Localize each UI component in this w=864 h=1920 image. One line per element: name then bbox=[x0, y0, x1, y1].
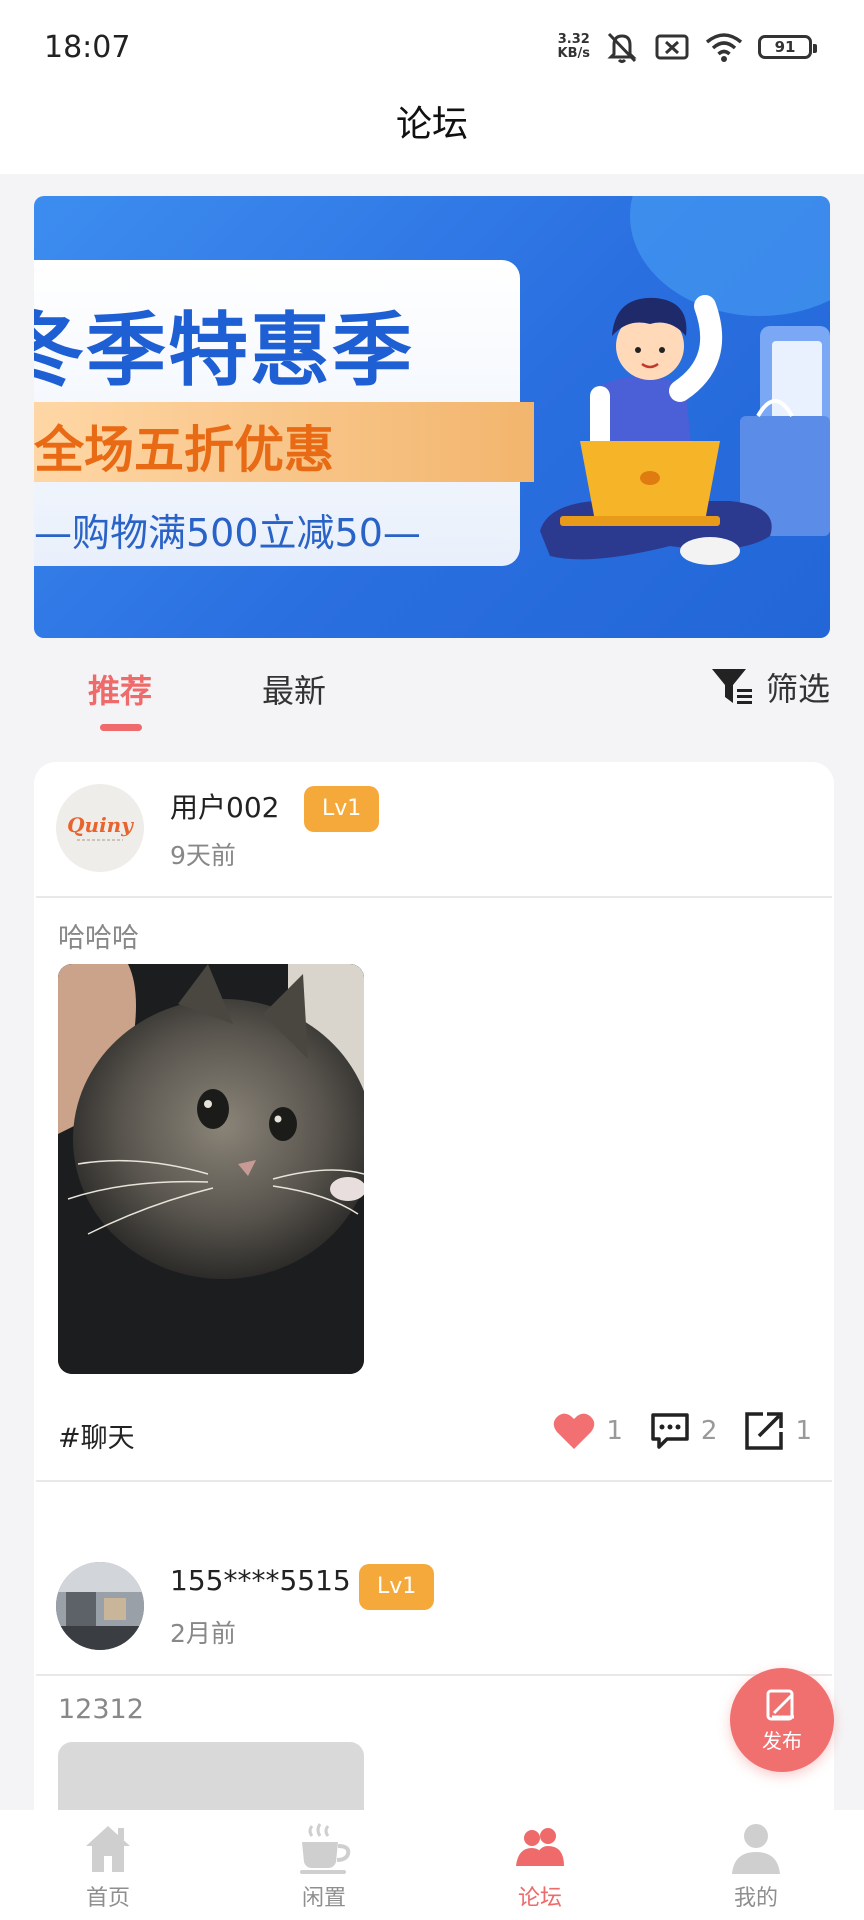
user-name[interactable]: 用户002 bbox=[170, 786, 279, 826]
share-button[interactable]: 1 bbox=[743, 1410, 812, 1452]
post-header: Quiny 用户002 Lv1 9天前 bbox=[34, 762, 834, 896]
post-text: 哈哈哈 bbox=[58, 923, 139, 954]
avatar[interactable] bbox=[56, 1562, 144, 1650]
net-speed-value: 3.32 bbox=[557, 32, 590, 47]
banner-title: 冬季特惠季 bbox=[34, 304, 414, 397]
publish-label: 发布 bbox=[762, 1728, 802, 1753]
nav-item-idle[interactable]: 闲置 bbox=[216, 1810, 432, 1920]
comment-count: 2 bbox=[700, 1416, 718, 1446]
nav-label: 首页 bbox=[85, 1886, 130, 1911]
nav-item-home[interactable]: 首页 bbox=[0, 1810, 216, 1920]
post-footer: #聊天 1 2 1 bbox=[34, 1374, 834, 1480]
nav-item-mine[interactable]: 我的 bbox=[648, 1810, 864, 1920]
edit-icon bbox=[766, 1689, 794, 1720]
banner-promo-line: —购物满500立减50— bbox=[34, 511, 421, 555]
post-time: 9天前 bbox=[170, 841, 236, 870]
filter-label: 筛选 bbox=[765, 670, 830, 708]
net-speed-unit: KB/s bbox=[557, 46, 590, 61]
title-bar: 论坛 bbox=[0, 100, 864, 174]
comment-button[interactable]: 2 bbox=[649, 1411, 718, 1451]
post-text: 12312 bbox=[58, 1694, 144, 1725]
wifi-icon bbox=[705, 33, 743, 62]
nav-label: 闲置 bbox=[301, 1886, 346, 1911]
nav-item-forum[interactable]: 论坛 bbox=[432, 1810, 648, 1920]
post-card[interactable]: Quiny 用户002 Lv1 9天前 哈哈哈 #聊天 1 2 1 bbox=[34, 762, 834, 1482]
filter-button[interactable]: 筛选 bbox=[710, 664, 830, 710]
share-icon bbox=[745, 1412, 784, 1450]
sim-error-icon bbox=[655, 34, 689, 60]
bottom-nav: 首页 闲置 论坛 我的 bbox=[0, 1810, 864, 1920]
avatar[interactable]: Quiny bbox=[56, 784, 144, 872]
share-count: 1 bbox=[795, 1416, 812, 1446]
room-photo bbox=[56, 1562, 144, 1650]
post-actions: 1 2 1 bbox=[552, 1410, 812, 1452]
feed-tabs: 推荐 最新 筛选 bbox=[0, 650, 864, 740]
heart-icon bbox=[554, 1413, 595, 1449]
post-feed: Quiny 用户002 Lv1 9天前 哈哈哈 #聊天 1 2 1 155***… bbox=[34, 762, 834, 1920]
svg-text:Quiny: Quiny bbox=[67, 813, 134, 837]
like-button[interactable]: 1 bbox=[552, 1411, 623, 1451]
forum-users-icon bbox=[516, 1828, 564, 1866]
net-speed: 3.32 KB/s bbox=[558, 33, 590, 61]
status-bar: 18:07 3.32 KB/s 91 bbox=[0, 0, 864, 100]
tab-recommended[interactable]: 推荐 bbox=[88, 666, 152, 712]
page-title: 论坛 bbox=[395, 104, 468, 145]
level-badge: Lv1 bbox=[359, 1564, 435, 1610]
nav-label: 我的 bbox=[733, 1886, 778, 1911]
comment-icon bbox=[651, 1413, 689, 1449]
home-icon bbox=[86, 1826, 130, 1872]
status-time: 18:07 bbox=[44, 30, 131, 65]
banner-subtitle: 全场五折优惠 bbox=[34, 421, 334, 479]
kitten-photo bbox=[58, 964, 364, 1374]
post-time: 2月前 bbox=[170, 1619, 236, 1648]
tab-active-indicator bbox=[100, 724, 142, 731]
post-spacer bbox=[34, 1482, 834, 1540]
post-image-kitten[interactable] bbox=[58, 964, 364, 1374]
promo-banner[interactable]: 冬季特惠季 全场五折优惠 —购物满500立减50— bbox=[34, 196, 830, 638]
like-count: 1 bbox=[606, 1416, 623, 1446]
publish-button[interactable]: 发布 bbox=[730, 1668, 834, 1772]
filter-icon bbox=[711, 669, 752, 704]
quiny-logo-icon: Quiny bbox=[67, 813, 134, 841]
level-badge: Lv1 bbox=[304, 786, 380, 832]
user-name[interactable]: 155****5515 bbox=[170, 1564, 351, 1597]
coffee-cup-icon bbox=[300, 1823, 351, 1874]
post-header: 155****5515 Lv1 2月前 bbox=[34, 1540, 834, 1674]
user-icon bbox=[732, 1824, 780, 1874]
post-tag[interactable]: #聊天 bbox=[58, 1416, 135, 1455]
tab-latest[interactable]: 最新 bbox=[262, 666, 326, 712]
shopping-person-illustration bbox=[540, 295, 830, 565]
mute-bell-icon bbox=[607, 32, 637, 63]
battery-icon: 91 bbox=[758, 35, 817, 59]
status-icons: 3.32 KB/s 91 bbox=[558, 30, 817, 64]
nav-label: 论坛 bbox=[517, 1886, 562, 1911]
